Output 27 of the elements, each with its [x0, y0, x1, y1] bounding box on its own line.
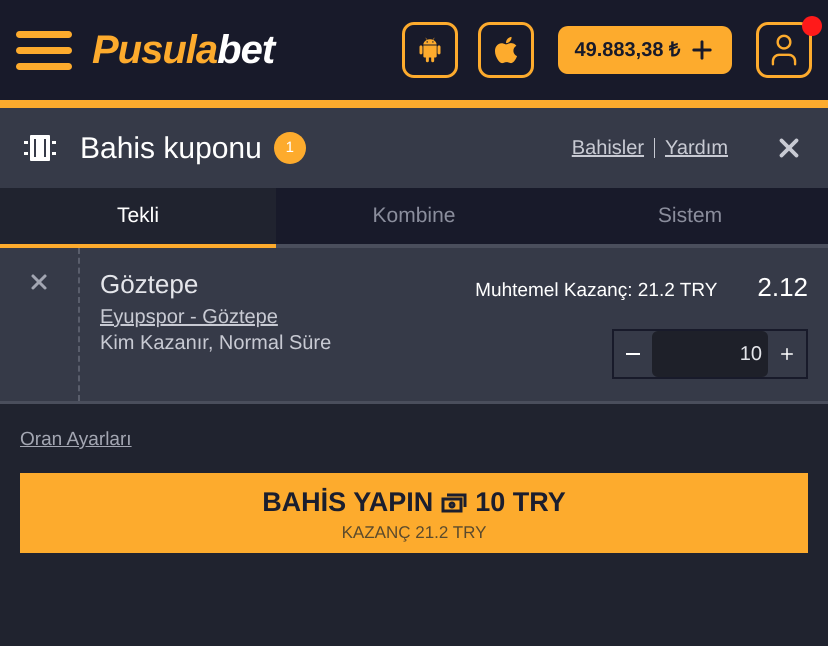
header-link[interactable]: Yardım [665, 133, 728, 163]
balance-button[interactable]: 49.883,38 ₺ [558, 26, 732, 74]
winnings-text: KAZANÇ 21.2 TRY [342, 522, 486, 543]
odds-settings-link[interactable]: Oran Ayarları [20, 429, 132, 450]
tab[interactable]: Sistem [552, 188, 828, 248]
count-badge: 1 [274, 132, 306, 164]
minus-icon [626, 353, 640, 355]
odds-value: 2.12 [757, 271, 808, 304]
logo[interactable]: Pusulabet [92, 30, 274, 70]
cash-icon [441, 492, 468, 514]
header-link[interactable]: Bahisler [572, 133, 644, 163]
stake-amount: 10 TRY [475, 486, 566, 520]
ticket-icon [24, 133, 56, 163]
match-link[interactable]: Eyupspor - Göztepe [100, 304, 332, 330]
place-bet-label: BAHİS YAPIN [262, 486, 434, 520]
potential-winnings: Muhtemel Kazanç: 21.2 TRY [475, 279, 718, 303]
android-button[interactable] [402, 22, 458, 78]
plus-icon [778, 345, 796, 363]
selection-name: Göztepe [100, 268, 200, 300]
tab[interactable]: Kombine [276, 188, 552, 248]
stake-input[interactable]: 10 [652, 331, 768, 377]
place-bet-button[interactable]: BAHİS YAPIN 10 TRY KAZANÇ 21.2 TRY [20, 472, 808, 552]
market-name: Kim Kazanır, Normal Süre [100, 331, 332, 356]
menu-icon[interactable] [16, 30, 72, 70]
apple-button[interactable] [478, 22, 534, 78]
coupon-title: Bahis kuponu [80, 130, 262, 166]
balance-amount: 49.883,38 ₺ [574, 38, 680, 63]
